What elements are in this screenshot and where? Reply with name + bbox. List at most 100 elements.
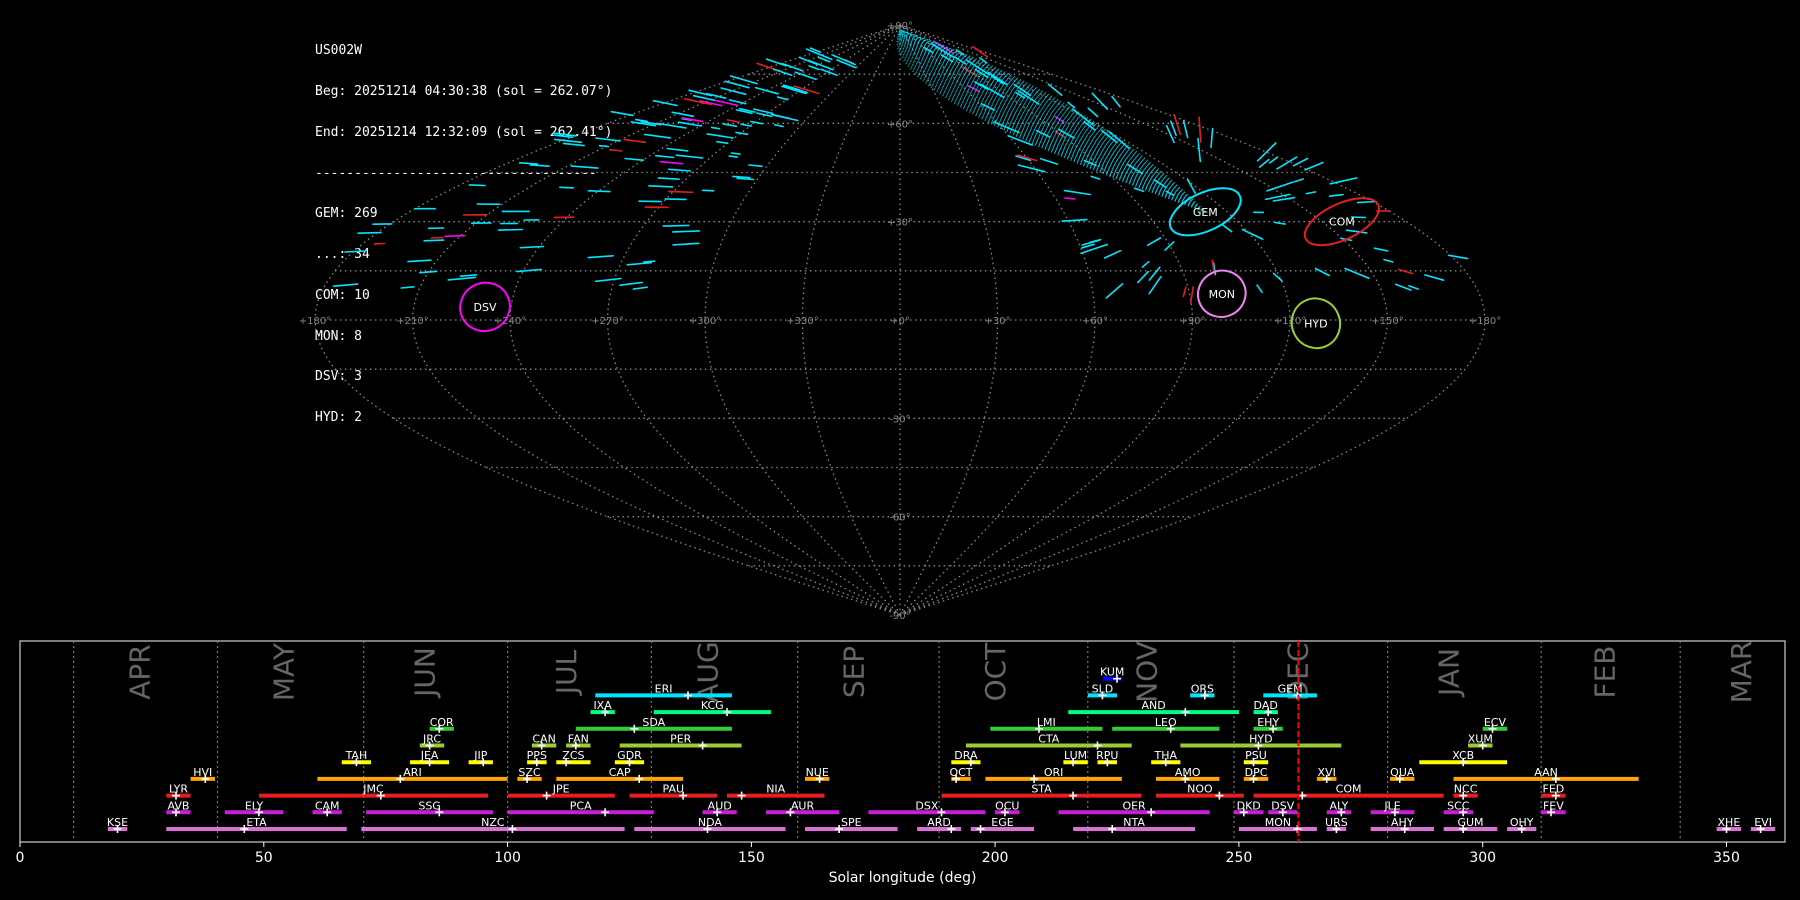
meteor-trail <box>728 99 747 105</box>
meteor-trail <box>701 189 715 192</box>
meteor-trail <box>748 164 763 168</box>
longitude-label: +210° <box>396 316 428 327</box>
meteor-trail <box>610 110 634 117</box>
shower-label: OER <box>1122 799 1146 812</box>
shower-label: TAH <box>345 749 368 762</box>
shower-label: NIA <box>766 783 785 796</box>
meteor-trail <box>1017 164 1046 173</box>
shower-label: FEV <box>1543 799 1564 812</box>
x-tick-label: 150 <box>738 850 765 866</box>
meteor-trail <box>754 86 779 95</box>
radiant-label: DSV <box>474 301 497 314</box>
x-tick-label: 250 <box>1226 850 1253 866</box>
x-tick-label: 350 <box>1713 850 1740 866</box>
shower-label: KCG <box>701 699 724 712</box>
shower-label: JLE <box>1383 799 1400 812</box>
meteor-trail <box>594 277 622 283</box>
shower-label: ARI <box>403 766 421 779</box>
shower-label: GDR <box>617 749 642 762</box>
shower-label: GUM <box>1457 816 1483 829</box>
meteor-trail <box>648 185 674 188</box>
longitude-label: +150° <box>1371 316 1403 327</box>
shower-label: HVI <box>193 766 212 779</box>
meteor-trail <box>1314 267 1330 277</box>
shower-label: AUR <box>791 799 815 812</box>
radiant-label: MON <box>1209 288 1235 301</box>
meteor-trail <box>418 270 438 274</box>
meteor-trail <box>1328 193 1344 197</box>
meteor-trail <box>1258 158 1270 168</box>
meteor-trail <box>344 250 367 253</box>
meteor-trail <box>1182 120 1189 139</box>
radiant-label: GEM <box>1193 206 1218 219</box>
meteor-trail <box>726 119 741 123</box>
shower-label: HYD <box>1249 733 1272 746</box>
meteor-trail <box>664 198 687 201</box>
meteor-trail <box>1210 127 1214 149</box>
shower-label: AMO <box>1175 766 1201 779</box>
longitude-label: +180° <box>1469 316 1501 327</box>
meteor-trail <box>722 123 738 128</box>
meteor-trail <box>1272 196 1296 202</box>
meteor-trail <box>1083 159 1097 167</box>
meteor-trail <box>518 162 539 165</box>
longitude-label: +60° <box>1082 316 1108 327</box>
meteor-trail <box>1186 178 1196 194</box>
shower-label: CAP <box>609 766 631 779</box>
shower-label: JIP <box>473 749 487 762</box>
shower-label: JEA <box>420 749 439 762</box>
meteor-trail <box>1198 116 1202 143</box>
meteor-trail <box>357 231 382 234</box>
meteor-trail <box>1408 284 1419 290</box>
meteor-trail <box>562 142 585 147</box>
meteor-trail <box>1266 181 1294 192</box>
meteor-trail <box>619 281 644 287</box>
month-label: NOV <box>1130 641 1163 703</box>
month-label: MAY <box>267 642 300 701</box>
longitude-label: +90° <box>1179 316 1205 327</box>
shower-label: SLD <box>1092 682 1114 695</box>
meteor-trail <box>1164 241 1175 251</box>
meteor-trail <box>1304 161 1324 171</box>
shower-label: DAD <box>1254 699 1278 712</box>
shower-label: SSG <box>418 799 441 812</box>
meteor-trail <box>407 259 432 263</box>
longitude-label: +330° <box>786 316 818 327</box>
meteor-trail <box>1272 272 1283 282</box>
radiant-arc <box>896 29 1206 213</box>
meteor-trail <box>626 261 653 266</box>
shower-label: NTA <box>1123 816 1145 829</box>
meteor-trail <box>672 242 700 246</box>
month-label: OCT <box>979 642 1012 702</box>
shower-label: DSV <box>1271 799 1294 812</box>
x-axis-label: Solar longitude (deg) <box>829 870 977 886</box>
shower-label: NDA <box>698 816 723 829</box>
sky-map: +180° +150° +120° +90° +60° +30° +0° +330° +300°… <box>299 21 1501 622</box>
meteor-trail <box>772 68 793 76</box>
meteor-trail <box>609 148 623 152</box>
longitude-label: +300° <box>689 316 721 327</box>
longitude-label: +180° <box>299 316 331 327</box>
x-tick-label: 50 <box>255 850 273 866</box>
meteor-trail <box>1148 266 1161 281</box>
shower-label: XHE <box>1718 816 1741 829</box>
shower-label: PAU <box>663 783 685 796</box>
meteor-trail <box>1141 260 1150 268</box>
meteor-trail <box>732 175 751 179</box>
shower-label: ECV <box>1484 716 1507 729</box>
shower-label: CTA <box>1038 733 1060 746</box>
meteor-trail <box>729 75 758 85</box>
meteor-trail <box>980 83 1005 99</box>
meteor-trail <box>598 144 610 148</box>
meteor-trail <box>570 165 599 169</box>
shower-label: JMC <box>362 783 384 796</box>
meteor-trail <box>972 45 989 58</box>
radiant-arc <box>899 29 1206 213</box>
shower-label: ORI <box>1044 766 1064 779</box>
shower-label: SPE <box>841 816 862 829</box>
meteor-trail <box>529 164 550 167</box>
shower-label: CAN <box>532 733 555 746</box>
meteor-trail <box>776 96 789 101</box>
meteor-trail <box>1061 218 1088 222</box>
shower-label: AND <box>1141 699 1165 712</box>
